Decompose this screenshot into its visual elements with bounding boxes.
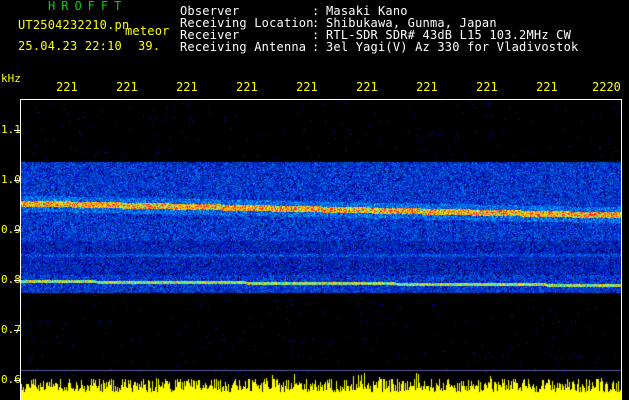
x-tick-label: 221: [536, 80, 558, 94]
date-time: 25.04.23 22:10: [18, 39, 122, 53]
x-tick-label: 221: [176, 80, 198, 94]
plot-border-right: [621, 99, 622, 400]
x-tick-label: 221: [56, 80, 78, 94]
file-name: UT2504232210.pn: [18, 18, 130, 32]
plot-border-left: [20, 99, 21, 400]
meteor-label: meteor: [125, 24, 170, 38]
hrofft-spectrogram-screen: HROFFT UT2504232210.pn meteor 25.04.23 2…: [0, 0, 629, 400]
x-tick-label: 221: [356, 80, 378, 94]
info-sep-antenna: :: [312, 40, 320, 54]
waterfall-canvas: [21, 100, 621, 400]
x-tick-label: 221: [236, 80, 258, 94]
y-axis-unit: kHz: [1, 72, 21, 85]
plot-border-top: [20, 99, 622, 100]
x-tick-label: 221: [476, 80, 498, 94]
x-tick-label: 221: [296, 80, 318, 94]
waterfall-spectrogram: [21, 100, 621, 400]
x-tick-label: 221: [416, 80, 438, 94]
brand-title: HROFFT: [48, 0, 128, 13]
meteor-count: 39.: [138, 39, 161, 53]
x-tick-label: 2220: [592, 80, 621, 94]
info-label-antenna: Receiving Antenna: [180, 40, 307, 54]
x-tick-label: 221: [116, 80, 138, 94]
info-value-antenna: 3el Yagi(V) Az 330 for Vladivostok: [326, 40, 579, 54]
